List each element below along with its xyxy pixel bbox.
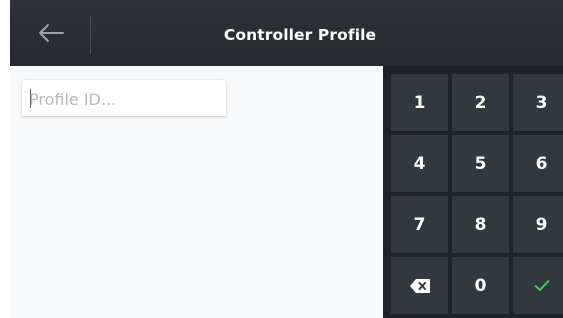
key-6[interactable]: 6 [513,135,563,192]
key-7[interactable]: 7 [391,196,448,253]
key-1[interactable]: 1 [391,74,448,131]
backspace-key[interactable] [391,257,448,314]
content-area [10,66,383,318]
key-5[interactable]: 5 [452,135,509,192]
key-4[interactable]: 4 [391,135,448,192]
arrow-left-icon [38,23,64,43]
backspace-icon [409,278,430,293]
key-2[interactable]: 2 [452,74,509,131]
key-9[interactable]: 9 [513,196,563,253]
key-3[interactable]: 3 [513,74,563,131]
confirm-key[interactable] [513,257,563,314]
checkmark-icon [534,279,550,292]
text-caret [30,89,31,108]
app-frame: Controller Profile 1 2 3 4 5 6 7 8 9 0 [10,0,563,318]
header-bar: Controller Profile [10,0,563,66]
back-button[interactable] [26,13,76,53]
key-0[interactable]: 0 [452,257,509,314]
profile-id-input[interactable] [22,80,226,116]
numeric-keypad: 1 2 3 4 5 6 7 8 9 0 [383,66,563,318]
header-divider [90,16,91,54]
page-title: Controller Profile [223,26,377,44]
key-8[interactable]: 8 [452,196,509,253]
